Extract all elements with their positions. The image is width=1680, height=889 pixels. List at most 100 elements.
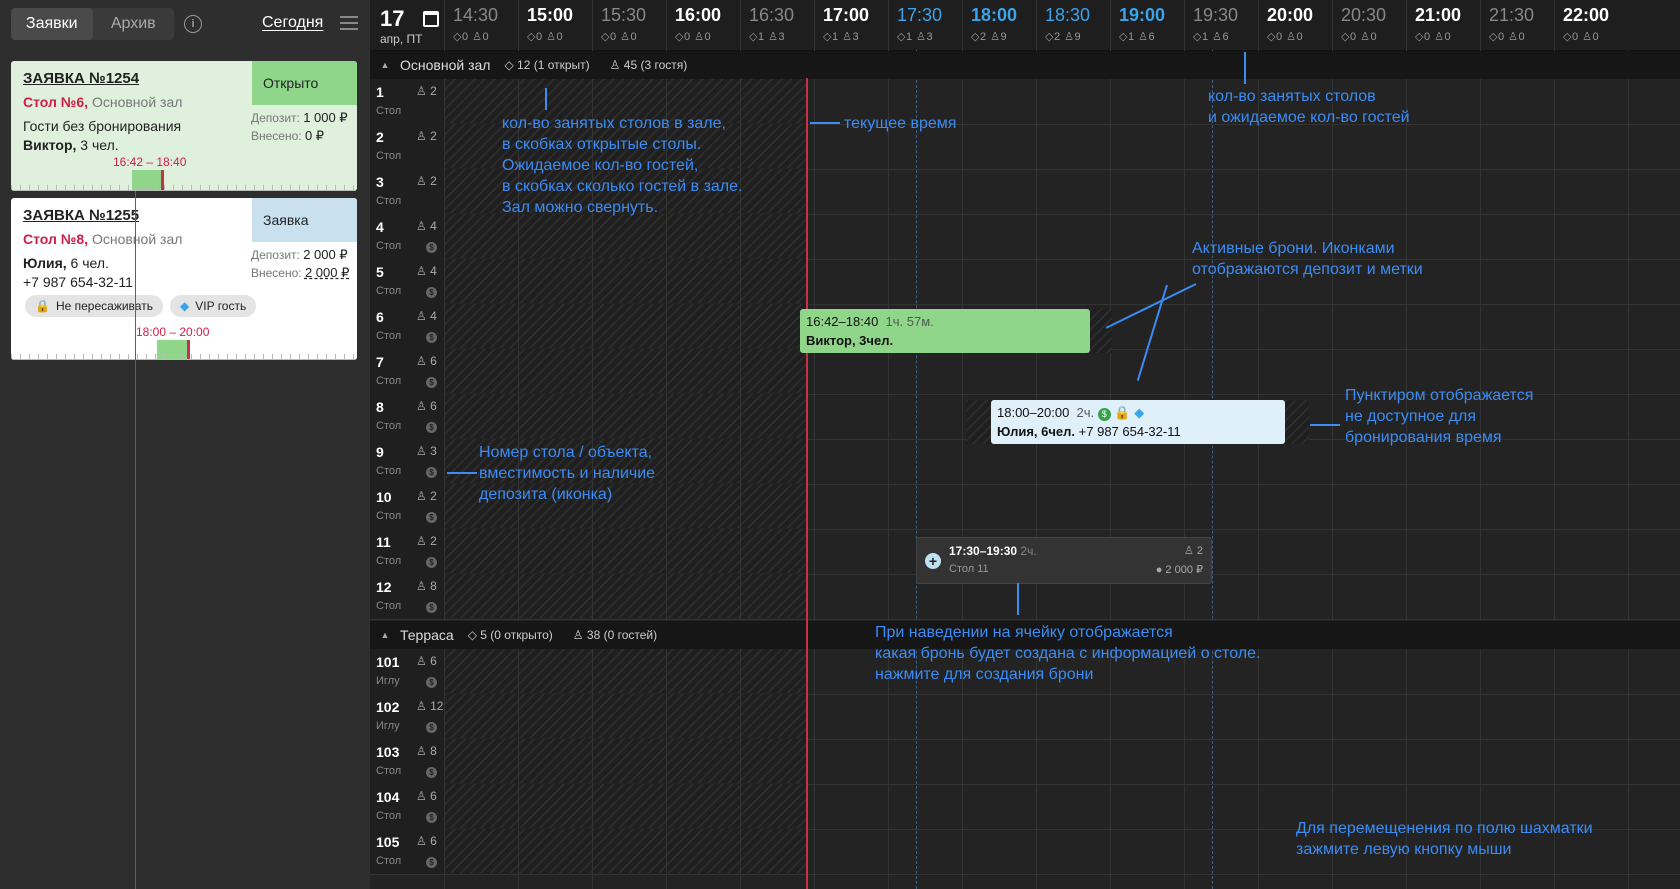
sidebar: Заявки Архив i Сегодня ЗАЯВКА №1254 Стол… <box>0 0 371 889</box>
request-table: Стол №6, Основной зал <box>23 94 183 110</box>
today-button[interactable]: Сегодня <box>262 14 323 32</box>
arrow <box>545 88 547 110</box>
request-card[interactable]: ЗАЯВКА №1255 Стол №8, Основной зал Юлия,… <box>11 198 357 360</box>
collapse-icon[interactable]: ▲ <box>370 630 400 640</box>
table-row[interactable]: 5 Стол ♙ 4 $ <box>370 259 1680 305</box>
info-icon[interactable]: i <box>184 15 202 33</box>
deposit-icon: $ <box>426 242 437 253</box>
table-label: 7 Стол ♙ 6 $ <box>370 349 444 394</box>
time-header: 17 апр, ПТ 14:30 ◇0 ♙0 15:00 ◇0 ♙0 15:30 ◇0 ♙… <box>370 0 1680 51</box>
hover-preview[interactable]: + 17:30–19:30 2ч. Стол 11 ♙ 2 ● 2 000 ₽ <box>916 537 1212 584</box>
person-icon: ♙ <box>416 489 427 503</box>
deposit-icon: $ <box>426 602 437 613</box>
table-label: 103 Стол ♙ 8 $ <box>370 739 444 784</box>
note-table-info: Номер стола / объекта, вместимость и нал… <box>479 444 656 503</box>
table-label: 2 Стол ♙ 2 <box>370 124 444 169</box>
reservation-viktor[interactable]: 16:42–18:40 1ч. 57м. Виктор, 3чел. <box>800 309 1090 353</box>
collapse-icon[interactable]: ▲ <box>370 60 400 70</box>
table-row[interactable]: 103 Стол ♙ 8 $ <box>370 739 1680 785</box>
grid-line <box>1110 50 1111 889</box>
note-unavailable: Пунктиром отображается не доступное для … <box>1345 387 1534 446</box>
person-icon: ♙ <box>416 219 427 233</box>
plus-icon[interactable]: + <box>925 553 941 569</box>
diamond-icon: ◆ <box>1134 405 1145 420</box>
time-ruler <box>11 185 357 191</box>
tab-requests[interactable]: Заявки <box>11 8 93 40</box>
deposit-icon: $ <box>426 677 437 688</box>
person-icon: ♙ <box>416 354 427 368</box>
person-icon: ♙ <box>416 744 427 758</box>
tables-stat: ◇ 5 (0 открыто) <box>467 628 553 642</box>
paid-line: Внесено: 0 ₽ <box>251 128 325 143</box>
date-picker[interactable]: 17 апр, ПТ <box>380 6 450 46</box>
person-icon: ♙ <box>416 834 427 848</box>
request-phone: +7 987 654-32-11 <box>23 274 133 290</box>
table-row[interactable]: 4 Стол ♙ 4 $ <box>370 214 1680 260</box>
request-title[interactable]: ЗАЯВКА №1254 <box>23 70 139 87</box>
grid-line <box>1628 50 1629 889</box>
deposit-line: Депозит: 2 000 ₽ <box>251 247 348 262</box>
deposit-icon: $ <box>426 857 437 868</box>
arrow <box>1244 52 1246 84</box>
diamond-icon: ◆ <box>180 299 190 313</box>
person-icon: ♙ <box>416 309 427 323</box>
request-card[interactable]: ЗАЯВКА №1254 Стол №6, Основной зал Гости… <box>11 61 357 191</box>
arrow <box>1310 424 1340 426</box>
person-icon: ♙ <box>609 58 621 72</box>
table-icon: ◇ <box>504 58 514 72</box>
table-label: 1 Стол ♙ 2 <box>370 79 444 124</box>
time-slot: 16:30 ◇1 ♙3 <box>740 0 815 50</box>
badge-vip: ◆ VIP гость <box>170 295 257 317</box>
deposit-line: Депозит: 1 000 ₽ <box>251 110 348 125</box>
hall-header-main[interactable]: ▲ Основной зал ◇ 12 (1 открыт) ♙ 45 (3 г… <box>370 51 1680 79</box>
deposit-icon: $ <box>426 812 437 823</box>
grid-line <box>1480 50 1481 889</box>
unavailable-area <box>1090 309 1112 353</box>
time-slot: 15:30 ◇0 ♙0 <box>592 0 667 50</box>
time-slot: 18:00 ◇2 ♙9 <box>962 0 1037 50</box>
person-icon: ♙ <box>416 399 427 413</box>
arrow <box>447 472 477 474</box>
guests-stat: ♙ 38 (0 гостей) <box>572 628 658 642</box>
table-label: 9 Стол ♙ 3 $ <box>370 439 444 484</box>
person-icon: ♙ <box>416 579 427 593</box>
time-slot: 19:00 ◇1 ♙6 <box>1110 0 1185 50</box>
arrow <box>1017 583 1019 615</box>
reservation-yulia[interactable]: 18:00–20:00 2ч. $ 🔒 ◆ Юлия, 6чел. +7 987… <box>991 400 1285 444</box>
time-range: 18:00 – 20:00 <box>136 325 210 339</box>
time-slot: 17:00 ◇1 ♙3 <box>814 0 889 50</box>
deposit-icon: ● <box>1155 564 1163 576</box>
grid-line <box>962 50 963 889</box>
person-icon: ♙ <box>416 654 427 668</box>
paid-line: Внесено: 2 000 ₽ <box>251 265 350 280</box>
calendar-icon[interactable] <box>423 11 439 27</box>
deposit-icon: $ <box>426 467 437 478</box>
lock-icon: 🔒 <box>1114 405 1131 420</box>
grid-line <box>444 50 445 889</box>
grid-line <box>888 50 889 889</box>
unavailable-area <box>966 400 992 444</box>
table-label: 4 Стол ♙ 4 $ <box>370 214 444 259</box>
person-icon: ♙ <box>416 699 427 713</box>
request-guest: Виктор, 3 чел. <box>23 137 119 153</box>
table-label: 6 Стол ♙ 4 $ <box>370 304 444 349</box>
time-slot: 17:30 ◇1 ♙3 <box>888 0 963 50</box>
time-range: 16:42 – 18:40 <box>113 155 187 169</box>
tab-archive[interactable]: Архив <box>93 8 175 40</box>
table-label: 10 Стол ♙ 2 $ <box>370 484 444 529</box>
note-active-reservations: Активные брони. Иконками отображаются де… <box>1192 240 1423 278</box>
time-slot: 18:30 ◇2 ♙9 <box>1036 0 1111 50</box>
table-label: 102 Иглу ♙ 12 $ <box>370 694 444 739</box>
table-label: 101 Иглу ♙ 6 $ <box>370 649 444 694</box>
list-menu-icon[interactable] <box>340 16 358 34</box>
deposit-icon: $ <box>426 512 437 523</box>
time-slot: 20:30 ◇0 ♙0 <box>1332 0 1407 50</box>
sidebar-tabs: Заявки Архив <box>11 8 174 40</box>
time-slot: 21:30 ◇0 ♙0 <box>1480 0 1555 50</box>
arrow <box>810 122 840 124</box>
grid-line <box>1554 50 1555 889</box>
request-title[interactable]: ЗАЯВКА №1255 <box>23 207 139 224</box>
schedule-grid[interactable]: 17 апр, ПТ 14:30 ◇0 ♙0 15:00 ◇0 ♙0 15:30 ◇0 ♙… <box>370 0 1680 889</box>
time-slot: 22:00 ◇0 ♙0 <box>1554 0 1629 50</box>
table-row[interactable]: 102 Иглу ♙ 12 $ <box>370 694 1680 740</box>
